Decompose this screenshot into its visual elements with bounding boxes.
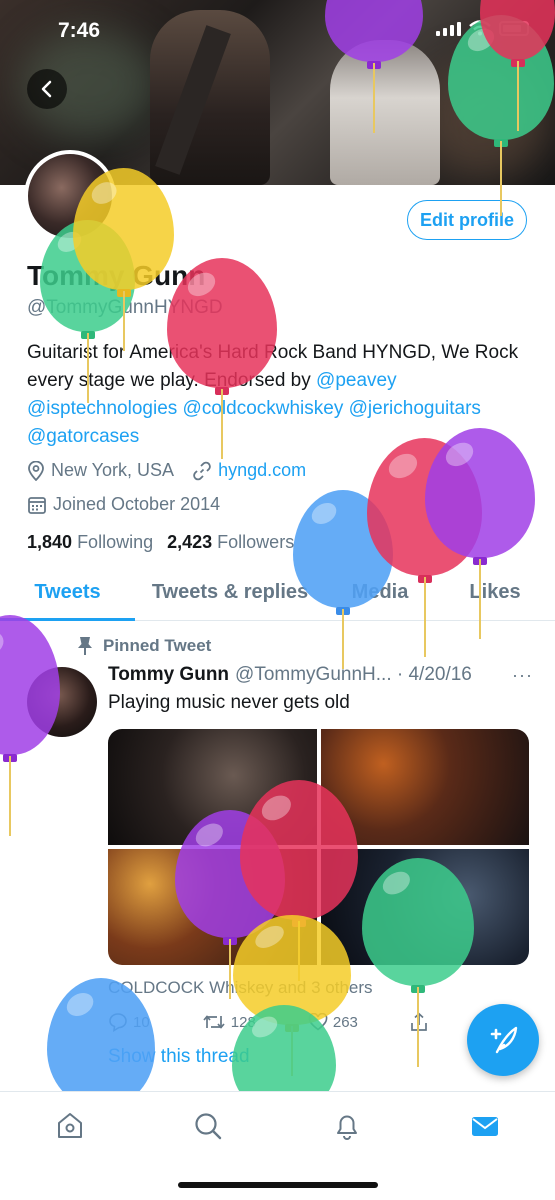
home-indicator [178, 1182, 378, 1188]
compose-feather-icon [490, 1026, 518, 1054]
back-button[interactable] [27, 69, 67, 109]
balloon-decoration [167, 258, 277, 459]
profile-follow-stats: 1,840 Following 2,423 Followers [27, 532, 294, 553]
nav-search-button[interactable] [192, 1110, 224, 1142]
bio-mention-gatorcases[interactable]: @gatorcases [27, 426, 139, 447]
bio-mention-coldcockwhiskey[interactable]: @coldcockwhiskey [183, 398, 344, 419]
balloon-decoration [0, 615, 60, 836]
bio-mention-isptechnologies[interactable]: @isptechnologies [27, 398, 177, 419]
mail-icon [472, 1117, 498, 1136]
following-stat[interactable]: 1,840 Following [27, 532, 153, 553]
balloon-decoration [480, 0, 555, 131]
retweet-icon [203, 1015, 225, 1029]
pinned-tweet-label: Pinned Tweet [103, 636, 212, 655]
balloon-decoration [240, 780, 358, 981]
link-icon [193, 461, 211, 480]
profile-joined-date: Joined October 2014 [53, 494, 221, 514]
map-pin-icon [28, 460, 44, 481]
tweet-author-meta: @TommyGunnH... · 4/20/16 [235, 664, 472, 685]
compose-tweet-button[interactable] [467, 1004, 539, 1076]
profile-location: New York, USA [51, 460, 175, 480]
tweet-author-name[interactable]: Tommy Gunn [108, 664, 229, 686]
balloon-decoration [73, 168, 174, 351]
tab-tweets[interactable]: Tweets [0, 565, 135, 621]
home-icon [58, 1113, 82, 1138]
nav-notifications-button[interactable] [331, 1110, 363, 1142]
chevron-left-icon [41, 80, 52, 98]
bio-mention-peavey[interactable]: @peavey [316, 370, 397, 391]
following-count: 1,840 [27, 532, 73, 552]
pinned-tweet-indicator: Pinned Tweet [77, 636, 211, 656]
tweet-text: Playing music never gets old [108, 692, 350, 713]
tweet-more-icon[interactable]: ··· [512, 665, 533, 686]
following-label: Following [77, 532, 154, 552]
balloon-decoration [47, 978, 155, 1115]
followers-stat[interactable]: 2,423 Followers [167, 532, 294, 553]
nav-messages-button[interactable] [469, 1110, 501, 1142]
calendar-icon [28, 496, 46, 514]
nav-home-button[interactable] [54, 1110, 86, 1142]
pin-icon [78, 637, 92, 655]
followers-count: 2,423 [167, 532, 213, 552]
search-icon [195, 1113, 222, 1140]
balloon-decoration [425, 428, 535, 639]
tweet-header: Tommy Gunn @TommyGunnH... · 4/20/16 ··· [108, 664, 533, 686]
profile-website-link[interactable]: hyngd.com [218, 460, 306, 481]
profile-joined-row: Joined October 2014 [27, 494, 220, 515]
bell-icon [337, 1115, 357, 1140]
profile-location-website-row: New York, USA hyngd.com [27, 460, 306, 481]
bio-mention-jerichoguitars[interactable]: @jerichoguitars [349, 398, 481, 419]
balloon-decoration [325, 0, 423, 133]
balloon-decoration [362, 858, 474, 1067]
edit-profile-button[interactable]: Edit profile [407, 200, 527, 240]
followers-label: Followers [217, 532, 295, 552]
status-time: 7:46 [58, 19, 101, 42]
